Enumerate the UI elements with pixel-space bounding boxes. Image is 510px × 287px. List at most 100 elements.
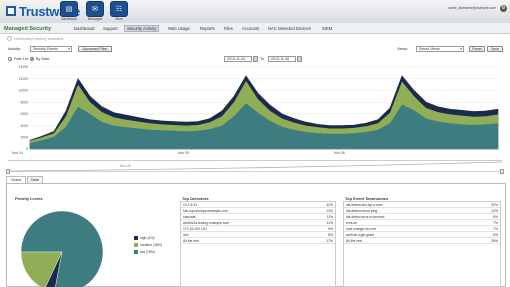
row-percent: 6% [493, 233, 498, 237]
y-tick-label: 14000 [19, 65, 29, 69]
row-label: cascade [183, 215, 196, 219]
trustwave-logo-icon [6, 6, 16, 16]
top-detectors-table: 10.1.5.41 32% ssh-tcpcsvctrpa.example.com 1… [180, 201, 336, 287]
priority-levels-title: Priority Levels [15, 196, 43, 201]
row-percent: 8% [493, 215, 498, 219]
slider-left-handle[interactable] [6, 169, 10, 174]
y-tick-label: 0 [26, 147, 28, 151]
y-tick-label: 2000 [20, 135, 28, 139]
product-title: Managed Security [4, 26, 52, 32]
area-chart-svg: 0 2000 4000 6000 8000 10000 12000 14000 Nov 04 No… [12, 65, 499, 155]
to-label: To [260, 57, 265, 61]
slider-label: Nov 05 [120, 164, 131, 168]
row-percent: 28% [491, 239, 498, 243]
calendar-icon[interactable] [253, 56, 258, 62]
dashboard-icon: ▤ [65, 6, 73, 13]
timeline-overview [7, 161, 503, 172]
y-tick-label: 8000 [20, 100, 28, 104]
legend-label: low (78%) [140, 250, 156, 254]
legend-swatch [134, 250, 138, 255]
timeline-slider[interactable]: Nov 05 [6, 160, 504, 174]
row-label: 172.16.100.100 [183, 227, 207, 231]
row-label: ssh-tcpcsvctrpa.example.com [183, 209, 228, 213]
priority-pie-chart [20, 210, 104, 287]
tab-security-activity[interactable]: Security Activity [124, 25, 160, 32]
past-1hr-label: Past 1hr [14, 57, 29, 61]
legend-label: medium (18%) [140, 243, 163, 247]
y-tick-label: 12000 [19, 77, 29, 81]
row-label: ars5d12a.testing.example.com [183, 221, 230, 225]
row-percent: 9% [328, 227, 333, 231]
views-select[interactable]: Saved Views ▾ [416, 46, 464, 52]
x-tick-label: Nov 06 [334, 151, 345, 155]
row-label: 10.1.5.41 [183, 203, 198, 207]
tab-nac-detected-devices[interactable]: NAC Detected Devices [268, 26, 311, 31]
row-percent: 7% [493, 221, 498, 225]
row-percent: 12% [491, 209, 498, 213]
legend-item: low (78%) [134, 250, 156, 255]
tab-accounts[interactable]: Accounts [242, 26, 259, 31]
row-label: ids.detect.dns.tcp.e.user [346, 203, 383, 207]
tab-table[interactable]: Table [27, 176, 43, 183]
dashboard-button[interactable]: ▤ [60, 1, 78, 17]
table-row[interactable]: All the rest 28% [344, 238, 500, 244]
by-date-label: By Date [36, 57, 50, 61]
legend-item: high (4%) [134, 236, 155, 241]
views-select-value: Saved Views [419, 47, 440, 51]
row-percent: 11% [326, 221, 333, 225]
store-button-label: Store [115, 17, 123, 21]
row-percent: 11% [326, 215, 333, 219]
row-label: auth.db.login.grant [346, 233, 375, 237]
chevron-down-icon: ▾ [460, 47, 462, 51]
row-percent: 7% [493, 227, 498, 231]
legend-swatch [134, 243, 138, 248]
security-events-chart: 0 2000 4000 6000 8000 10000 12000 14000 Nov 04 No… [8, 63, 502, 155]
row-label: ids.detect.recon.ping [346, 209, 378, 213]
row-label: All the rest [183, 239, 200, 243]
row-label: ems.av [346, 221, 357, 225]
row-percent: 32% [326, 203, 333, 207]
store-button[interactable]: ☷ [110, 1, 128, 17]
notification-icon [7, 36, 12, 41]
views-label: Views: [397, 47, 409, 51]
top-taxonomies-table: ids.detect.dns.tcp.e.user 32% ids.detect.r… [343, 201, 501, 287]
activity-select[interactable]: Security Events ▾ [30, 46, 72, 52]
activity-label: Activity: [8, 47, 22, 51]
y-tick-label: 6000 [20, 112, 28, 116]
tab-support[interactable]: Support [103, 26, 118, 31]
slider-right-handle[interactable] [500, 169, 504, 174]
tab-reports[interactable]: Reports [200, 26, 215, 31]
row-label: ids.detect.error.w.connect [346, 215, 385, 219]
by-date-radio[interactable] [30, 57, 34, 61]
tab-web-usage[interactable]: Web Usage [168, 26, 190, 31]
x-tick-label: Nov 04 [12, 151, 23, 155]
messages-button[interactable]: ✉ [86, 1, 104, 17]
advanced-filter-button[interactable]: Advanced Filter [78, 46, 112, 52]
legend-label: high (4%) [140, 236, 155, 240]
gear-icon[interactable]: ⚙ [500, 5, 507, 12]
row-percent: 8% [328, 233, 333, 237]
dashboard-button-label: Dashboard [61, 17, 77, 21]
chevron-down-icon: ▾ [68, 47, 70, 51]
store-icon: ☷ [115, 6, 123, 13]
date-from-input[interactable]: 2013-11-04 [224, 56, 252, 62]
past-1hr-radio[interactable] [8, 57, 12, 61]
calendar-icon[interactable] [297, 56, 302, 62]
messages-button-label: Messages [87, 17, 103, 21]
tab-files[interactable]: Files [224, 26, 233, 31]
save-view-button[interactable]: Save [487, 46, 503, 52]
row-label: All the rest [346, 239, 363, 243]
notification-link[interactable]: Notification history available [14, 36, 64, 41]
x-tick-label: Nov 05 [178, 151, 189, 155]
tab-dashboard[interactable]: Dashboard [74, 26, 95, 31]
legend-swatch [134, 236, 138, 241]
y-tick-label: 4000 [20, 124, 28, 128]
tab-siem[interactable]: SIEM [322, 26, 332, 31]
table-row[interactable]: All the rest 17% [181, 238, 335, 244]
tab-charts[interactable]: Charts [6, 176, 26, 183]
user-email[interactable]: name_lastname@example.com [448, 6, 496, 10]
reset-button[interactable]: Reset [469, 46, 485, 52]
legend-item: medium (18%) [134, 243, 163, 248]
y-tick-label: 10000 [19, 89, 29, 93]
date-to-input[interactable]: 2013-11-06 [268, 56, 296, 62]
